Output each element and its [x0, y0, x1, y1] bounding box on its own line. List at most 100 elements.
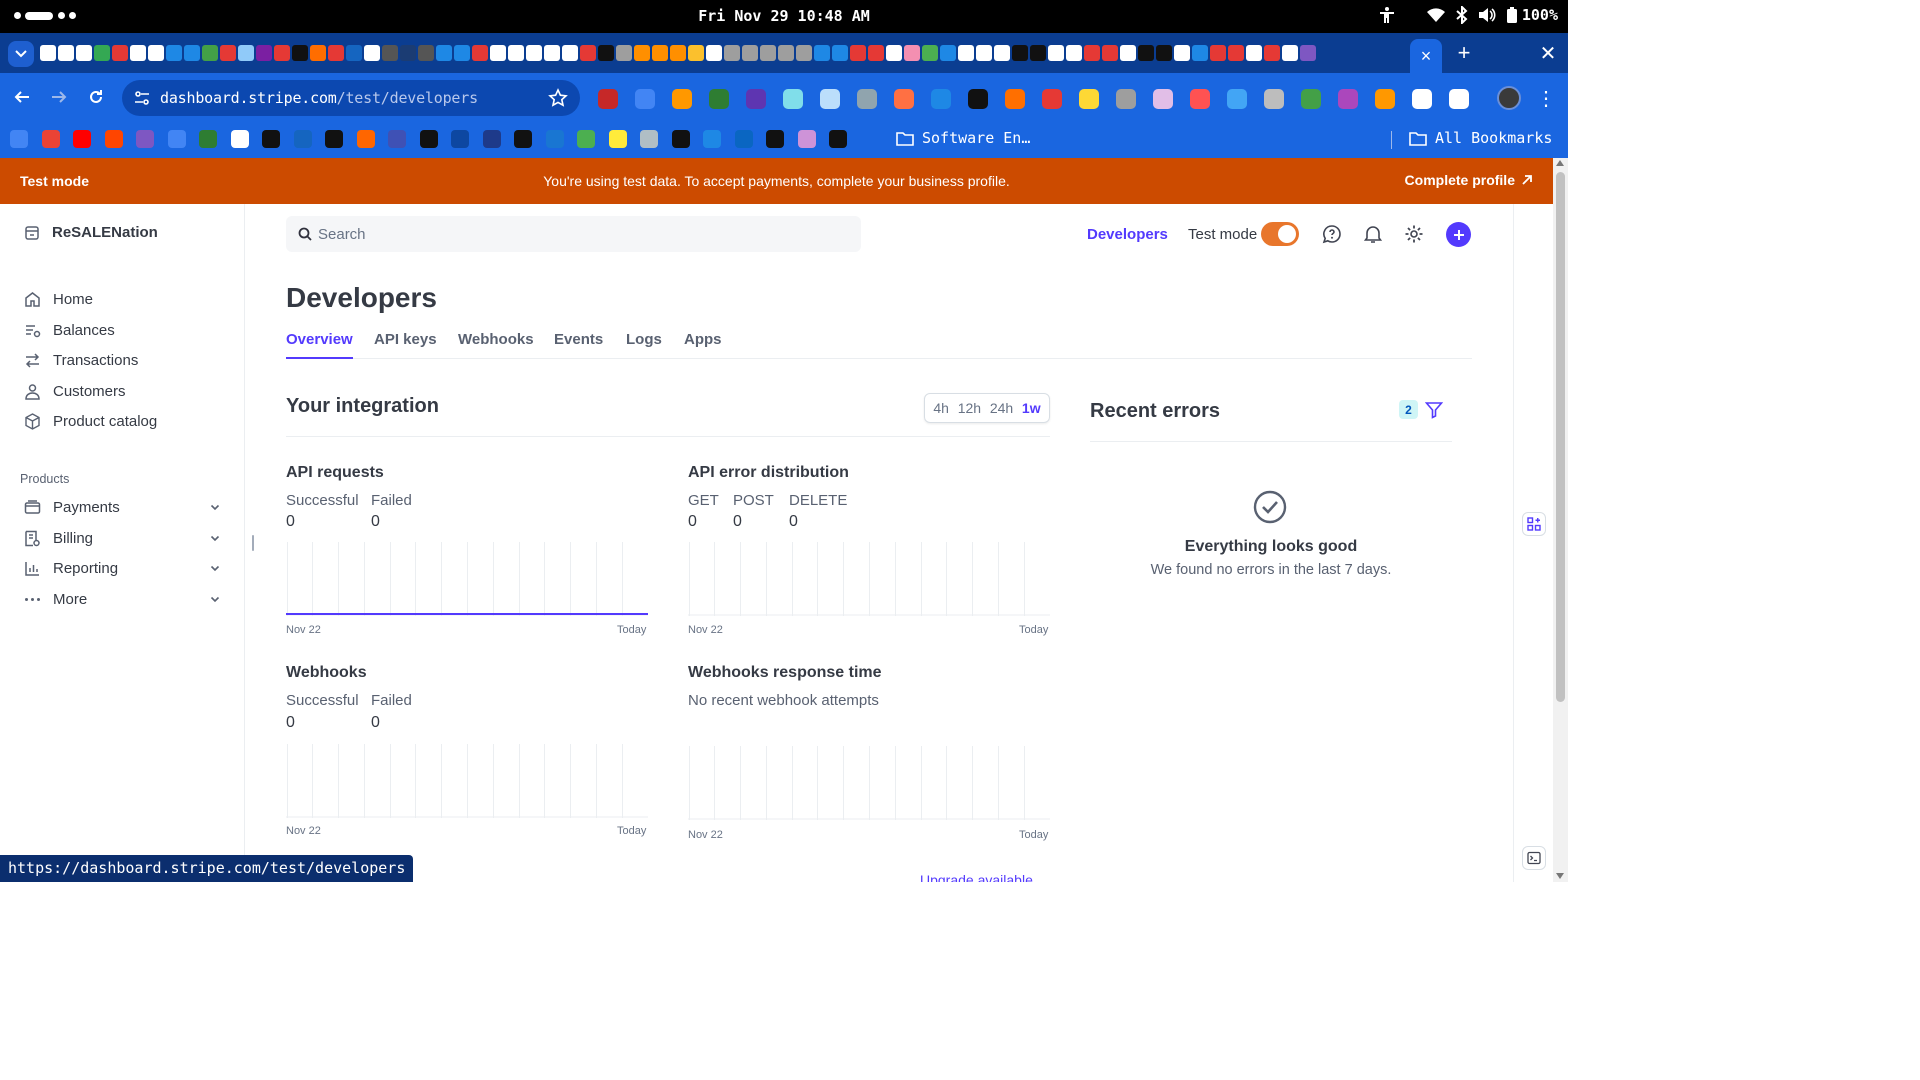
extension-icon[interactable]: [894, 89, 914, 109]
webhook-response-chart[interactable]: [688, 746, 1050, 820]
pinned-tab-favicon[interactable]: [1156, 45, 1172, 61]
webhooks-title[interactable]: Webhooks: [286, 664, 367, 682]
pinned-tab-favicon[interactable]: [184, 45, 200, 61]
pinned-tab-favicon[interactable]: [1174, 45, 1190, 61]
pinned-tab-favicon[interactable]: [886, 45, 902, 61]
bookmark-favicon[interactable]: [419, 130, 438, 148]
pinned-tab-favicon[interactable]: [400, 45, 416, 61]
tab-overview[interactable]: Overview: [286, 331, 353, 359]
bookmark-favicon[interactable]: [545, 130, 564, 148]
profile-avatar[interactable]: [1497, 86, 1521, 110]
bookmark-favicon[interactable]: [73, 130, 91, 148]
pinned-tab-favicon[interactable]: [292, 45, 308, 61]
api-errors-chart[interactable]: [688, 542, 1050, 616]
pinned-tab-favicon[interactable]: [958, 45, 974, 61]
pinned-tab-favicon[interactable]: [742, 45, 758, 61]
sidebar-item-billing[interactable]: Billing: [24, 530, 224, 547]
bookmark-favicon[interactable]: [41, 130, 60, 148]
extension-icon[interactable]: [635, 89, 655, 109]
pinned-tab-favicon[interactable]: [832, 45, 848, 61]
extension-icon[interactable]: [1005, 89, 1025, 109]
tab-webhooks[interactable]: Webhooks: [458, 331, 534, 359]
pinned-tab-favicon[interactable]: [688, 45, 704, 61]
sidebar-item-payments[interactable]: Payments: [24, 499, 224, 516]
pinned-tab-favicon[interactable]: [904, 45, 920, 61]
pinned-tab-favicon[interactable]: [598, 45, 614, 61]
bookmark-icons[interactable]: [10, 130, 847, 148]
pinned-tab-favicon[interactable]: [256, 45, 272, 61]
bookmark-favicon[interactable]: [451, 130, 469, 148]
pinned-tab-favicon[interactable]: [382, 45, 398, 61]
webhook-response-title[interactable]: Webhooks response time: [688, 664, 882, 682]
pinned-tab-favicon[interactable]: [346, 45, 362, 61]
sidebar-item-home[interactable]: Home: [24, 291, 224, 308]
sidebar-item-reporting[interactable]: Reporting: [24, 560, 224, 577]
accessibility-icon[interactable]: [1378, 6, 1396, 24]
bookmark-favicon[interactable]: [325, 130, 343, 148]
extension-icons[interactable]: [598, 89, 1469, 109]
bookmark-favicon[interactable]: [104, 130, 123, 148]
sidebar-item-product-catalog[interactable]: Product catalog: [24, 413, 224, 430]
bookmark-favicon[interactable]: [703, 130, 721, 148]
bookmark-favicon[interactable]: [388, 130, 406, 148]
bookmark-favicon[interactable]: [671, 130, 690, 148]
api-requests-chart[interactable]: [286, 542, 648, 616]
pinned-tab-favicon[interactable]: [472, 45, 488, 61]
scroll-down-arrow[interactable]: [1556, 873, 1564, 879]
pinned-tab-favicon[interactable]: [706, 45, 722, 61]
developers-link[interactable]: Developers: [1087, 226, 1168, 243]
bookmark-favicon[interactable]: [640, 130, 658, 148]
extension-icon[interactable]: [857, 89, 877, 109]
new-tab-button[interactable]: +: [1452, 40, 1476, 65]
range-24h[interactable]: 24h: [990, 400, 1013, 416]
pinned-tab-favicon[interactable]: [814, 45, 830, 61]
bookmark-favicon[interactable]: [766, 130, 784, 148]
pinned-tabs[interactable]: [40, 45, 1408, 61]
extension-icon[interactable]: [672, 89, 692, 109]
bluetooth-icon[interactable]: [1456, 6, 1468, 24]
pinned-tab-favicon[interactable]: [1210, 45, 1226, 61]
pinned-tab-favicon[interactable]: [1102, 45, 1118, 61]
pinned-tab-favicon[interactable]: [778, 45, 794, 61]
range-4h[interactable]: 4h: [933, 400, 949, 416]
extension-icon[interactable]: [709, 89, 729, 109]
pinned-tab-favicon[interactable]: [670, 45, 686, 61]
pinned-tab-favicon[interactable]: [1264, 45, 1280, 61]
battery-icon[interactable]: [1506, 6, 1518, 24]
pinned-tab-favicon[interactable]: [526, 45, 542, 61]
page-scrollbar[interactable]: [1553, 158, 1568, 882]
pinned-tab-favicon[interactable]: [868, 45, 884, 61]
api-requests-title[interactable]: API requests: [286, 464, 384, 482]
bookmark-favicon[interactable]: [136, 130, 154, 148]
sidebar-item-more[interactable]: More: [24, 591, 224, 608]
bookmark-favicon[interactable]: [167, 130, 186, 148]
extension-icon[interactable]: [1375, 89, 1395, 109]
webhooks-chart[interactable]: [286, 744, 648, 818]
back-button[interactable]: [10, 85, 34, 109]
pinned-tab-favicon[interactable]: [328, 45, 344, 61]
scrollbar-thumb[interactable]: [1556, 172, 1565, 702]
bookmark-favicon[interactable]: [199, 130, 217, 148]
pinned-tab-favicon[interactable]: [1300, 45, 1316, 61]
pinned-tab-favicon[interactable]: [508, 45, 524, 61]
extension-icon[interactable]: [1042, 89, 1062, 109]
bookmark-folder-software[interactable]: Software En…: [896, 129, 1030, 147]
bookmark-favicon[interactable]: [734, 130, 753, 148]
browser-menu-button[interactable]: ⋮: [1536, 87, 1556, 110]
apps-drawer-button[interactable]: [1522, 512, 1546, 536]
pinned-tab-favicon[interactable]: [1084, 45, 1100, 61]
address-bar[interactable]: dashboard.stripe.com/test/developers: [122, 80, 580, 116]
tab-logs[interactable]: Logs: [626, 331, 662, 359]
pinned-tab-favicon[interactable]: [148, 45, 164, 61]
extension-icon[interactable]: [1079, 89, 1099, 109]
pinned-tab-favicon[interactable]: [58, 45, 74, 61]
extension-icon[interactable]: [1264, 89, 1284, 109]
test-mode-toggle[interactable]: [1261, 222, 1299, 246]
pinned-tab-favicon[interactable]: [76, 45, 92, 61]
account-switcher[interactable]: ReSALENation: [24, 224, 158, 241]
pinned-tab-favicon[interactable]: [40, 45, 56, 61]
pinned-tab-favicon[interactable]: [616, 45, 632, 61]
tab-apps[interactable]: Apps: [684, 331, 722, 359]
pinned-tab-favicon[interactable]: [94, 45, 110, 61]
pinned-tab-favicon[interactable]: [994, 45, 1010, 61]
